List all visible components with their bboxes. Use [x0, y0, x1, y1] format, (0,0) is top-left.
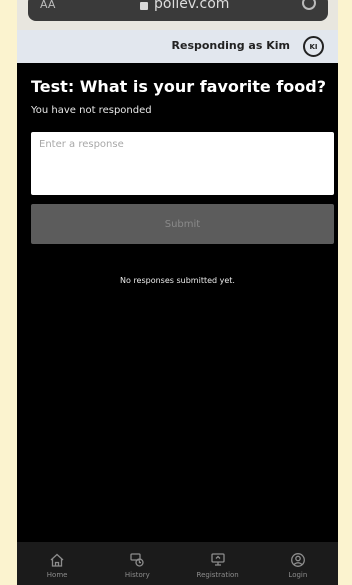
bottom-nav: Home History Registration Login: [17, 542, 338, 585]
responding-as-label: Responding as Kim: [171, 39, 290, 52]
nav-label-login: Login: [288, 571, 308, 579]
browser-bar: AA pollev.com: [17, 0, 338, 30]
nav-item-registration[interactable]: Registration: [183, 548, 253, 579]
history-icon: [130, 553, 145, 567]
nav-label-home: Home: [46, 571, 68, 579]
empty-responses-message: No responses submitted yet.: [120, 276, 235, 285]
reload-icon[interactable]: [302, 0, 316, 10]
home-icon: [50, 553, 64, 567]
text-size-button[interactable]: AA: [40, 0, 55, 11]
lock-icon: [140, 2, 148, 10]
nav-item-history[interactable]: History: [102, 548, 172, 579]
url-bar[interactable]: AA pollev.com: [28, 0, 328, 21]
nav-label-registration: Registration: [196, 571, 239, 579]
responder-bar: Responding as Kim KI: [17, 30, 338, 63]
url-text: pollev.com: [154, 0, 230, 12]
registration-icon: [210, 553, 225, 566]
avatar[interactable]: KI: [303, 36, 324, 57]
question-title: Test: What is your favorite food?: [31, 77, 326, 96]
response-status: You have not responded: [31, 105, 152, 116]
login-icon: [290, 553, 305, 567]
submit-button[interactable]: Submit: [31, 204, 334, 244]
response-input[interactable]: [31, 132, 334, 195]
nav-item-login[interactable]: Login: [263, 548, 333, 579]
nav-item-home[interactable]: Home: [22, 548, 92, 579]
nav-label-history: History: [124, 571, 150, 579]
phone-screen: AA pollev.com Responding as Kim KI Test:…: [17, 0, 338, 585]
